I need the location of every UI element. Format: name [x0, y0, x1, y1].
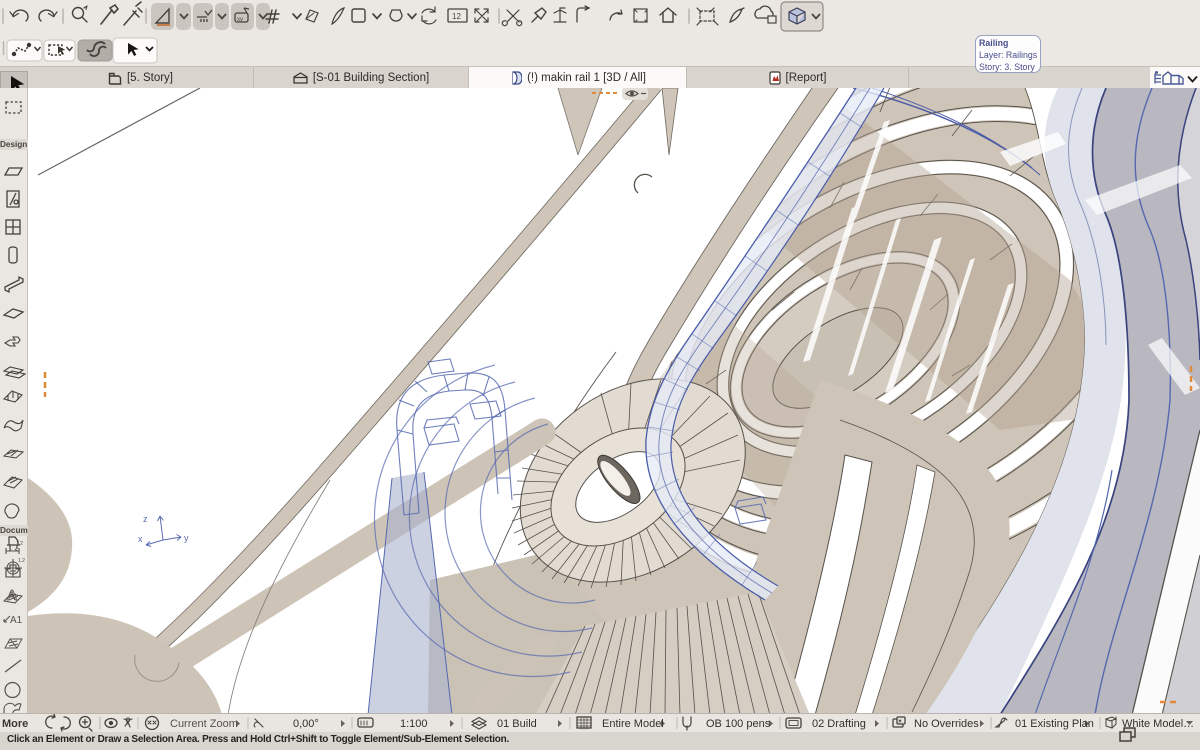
svg-text:x: x — [138, 534, 143, 544]
svg-text:12: 12 — [452, 12, 461, 21]
svg-text:xy: xy — [237, 17, 243, 23]
svg-text:1.2: 1.2 — [16, 541, 23, 547]
svg-text:z: z — [143, 514, 148, 524]
svg-text:A: A — [7, 587, 17, 604]
svg-text:1.2: 1.2 — [18, 558, 25, 564]
svg-text:y: y — [184, 533, 189, 543]
svg-text:A1: A1 — [10, 615, 23, 626]
